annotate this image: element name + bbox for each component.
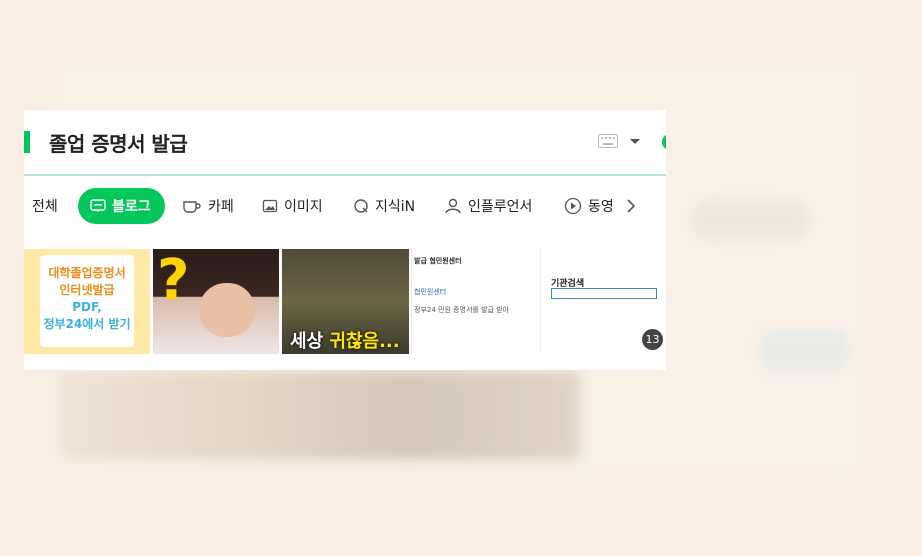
tab-label: 블로그 xyxy=(112,199,151,215)
thumbnail-image[interactable]: 대학졸업증명서 인터넷발급 PDF, 정부24에서 받기 xyxy=(24,249,150,354)
tab-label: 인플루언서 xyxy=(468,199,533,215)
thumbnail-search-box xyxy=(551,288,657,299)
thumbnail-text: 발급 협민원센터 xyxy=(414,257,462,265)
tab-label: 동영 xyxy=(588,199,614,215)
question-mark-graphic: ? xyxy=(157,249,190,313)
thumbnail-text: 정부24에서 받기 xyxy=(43,317,131,331)
tab-label: 전체 xyxy=(32,199,58,215)
accent-bar xyxy=(24,131,30,153)
cropped-text-row: ━ ━ ━ ━ ━ ━ ━ ━ ━ ━ ━ ━ ━ ━ ━ ━ ━ ━ ━ ━ … xyxy=(24,234,666,242)
thumbnail-text: 인터넷발급 xyxy=(59,283,115,297)
kin-icon xyxy=(354,199,368,213)
chevron-right-icon[interactable] xyxy=(624,197,638,215)
all-icon xyxy=(24,200,26,212)
tab-kin[interactable]: 지식iN xyxy=(353,188,415,224)
keyboard-icon[interactable] xyxy=(598,134,618,148)
thumbnail-caption: 세상 귀찮음... xyxy=(290,331,400,352)
search-header: 졸업 증명서 발급 xyxy=(24,110,666,176)
search-button[interactable] xyxy=(662,134,666,150)
tab-all[interactable]: 전체 xyxy=(24,188,58,224)
thumbnail-image[interactable]: 발급 협민원센터 협민원센터 정부24 민원 증명서를 발급 받아 xyxy=(411,249,539,354)
tab-label: 지식iN xyxy=(375,199,416,215)
thumbnail-image[interactable]: ? xyxy=(153,249,279,354)
blurred-background-tab xyxy=(760,330,850,370)
tab-label: 이미지 xyxy=(284,199,323,215)
play-icon xyxy=(564,197,582,215)
tab-cafe[interactable]: 카페 xyxy=(182,188,234,224)
blurred-background-tab xyxy=(690,200,810,240)
blurred-background-strip xyxy=(60,370,580,460)
person-icon xyxy=(445,198,461,214)
search-tabs: 전체 블로그 카페 이미지 지식iN 인플루언서 동영 xyxy=(24,188,666,224)
chevron-down-icon[interactable] xyxy=(630,139,640,144)
search-panel: 졸업 증명서 발급 전체 블로그 카페 이미지 지식iN 인플루언서 동영 대학… xyxy=(24,110,666,370)
thumbnail-image[interactable]: 세상 귀찮음... xyxy=(282,249,409,354)
thumbnail-text-card: 대학졸업증명서 인터넷발급 PDF, 정부24에서 받기 xyxy=(40,255,134,347)
thumbnail-text: 협민원센터 xyxy=(414,288,447,296)
thumbnail-text: 대학졸업증명서 xyxy=(48,266,126,280)
image-thumbnail-strip: 대학졸업증명서 인터넷발급 PDF, 정부24에서 받기 ? 세상 귀찮음...… xyxy=(24,249,666,354)
search-query[interactable]: 졸업 증명서 발급 xyxy=(49,128,188,157)
tab-blog[interactable]: 블로그 xyxy=(78,188,165,224)
image-icon xyxy=(262,199,278,213)
image-count-badge: 13 xyxy=(642,329,663,350)
thumbnail-text: 정부24 민원 증명서를 발급 받아 xyxy=(414,306,510,314)
tab-label: 카페 xyxy=(208,199,234,215)
thumbnail-text: PDF, xyxy=(72,300,102,314)
thumbnail-image[interactable]: 기관검색 13 xyxy=(540,249,666,354)
tab-image[interactable]: 이미지 xyxy=(262,188,323,224)
face-graphic xyxy=(199,283,255,337)
blog-icon xyxy=(90,199,106,212)
tab-video[interactable]: 동영 xyxy=(564,188,614,224)
cafe-icon xyxy=(183,201,201,213)
tab-influencer[interactable]: 인플루언서 xyxy=(444,188,532,224)
